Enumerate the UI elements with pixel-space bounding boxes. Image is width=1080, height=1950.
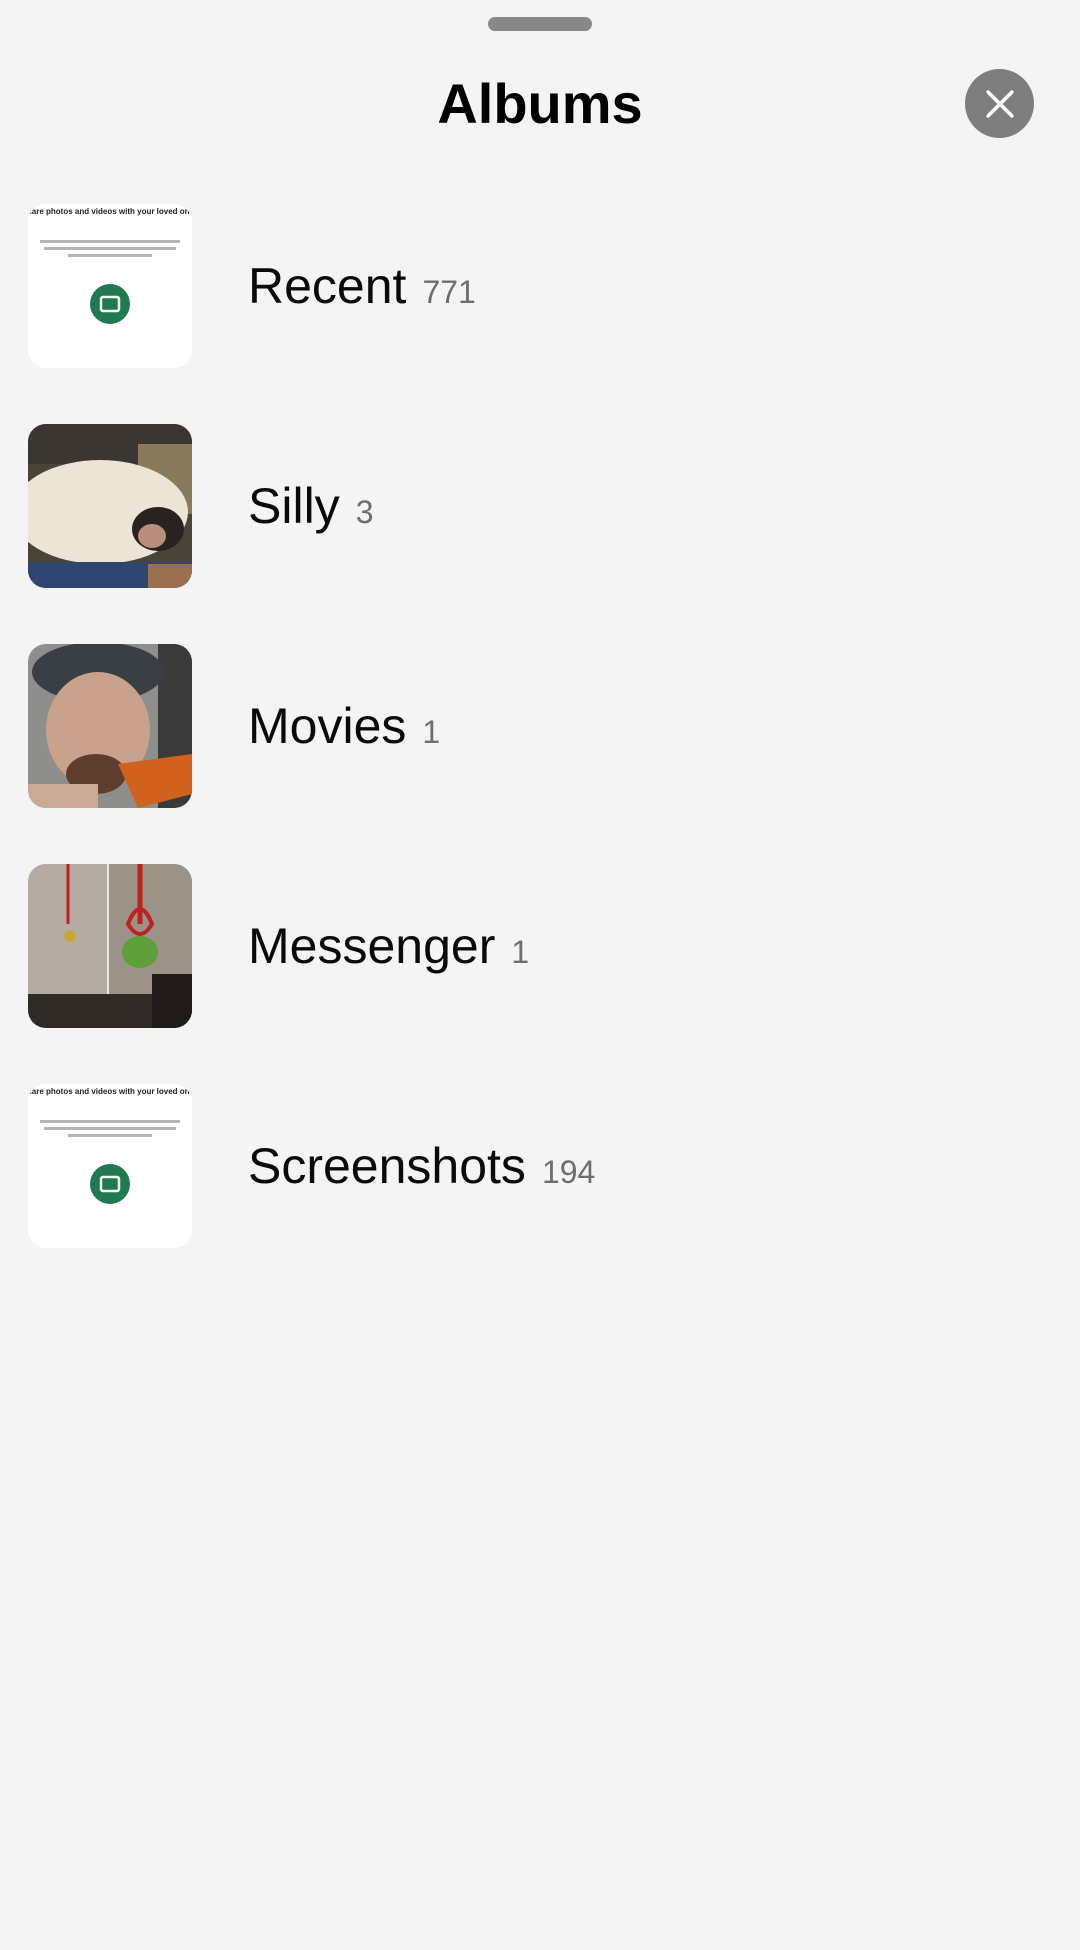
close-icon: [985, 89, 1014, 118]
drag-handle[interactable]: [488, 17, 592, 31]
page-title: Albums: [437, 72, 643, 135]
album-count: 1: [422, 714, 441, 750]
album-thumbnail: [28, 864, 192, 1028]
album-name: Movies: [248, 698, 407, 754]
album-row-recent[interactable]: Share photos and videos with your loved …: [0, 204, 1080, 424]
album-row-movies[interactable]: Movies 1: [0, 644, 1080, 864]
album-count: 771: [422, 274, 476, 310]
album-thumbnail: [28, 644, 192, 808]
album-list: Share photos and videos with your loved …: [0, 204, 1080, 1304]
album-name: Screenshots: [248, 1138, 526, 1194]
album-name: Silly: [248, 478, 340, 534]
album-count: 194: [541, 1154, 596, 1190]
album-name: Messenger: [248, 918, 496, 974]
album-row-screenshots[interactable]: Share photos and videos with your loved …: [0, 1084, 1080, 1304]
album-name: Recent: [248, 258, 407, 314]
album-thumbnail: [28, 424, 192, 588]
promo-heading: Share photos and videos with your loved …: [28, 207, 192, 216]
album-thumbnail: Share photos and videos with your loved …: [28, 1084, 192, 1248]
albums-sheet: Albums Share photos and videos with your…: [0, 0, 1080, 1950]
album-row-messenger[interactable]: Messenger 1: [0, 864, 1080, 1084]
album-count: 1: [511, 934, 530, 970]
album-count: 3: [355, 494, 374, 530]
promo-heading: Share photos and videos with your loved …: [28, 1087, 192, 1096]
promo-icon: [90, 284, 130, 324]
album-row-silly[interactable]: Silly 3: [0, 424, 1080, 644]
close-button[interactable]: [965, 69, 1034, 138]
promo-icon: [90, 1164, 130, 1204]
album-thumbnail: Share photos and videos with your loved …: [28, 204, 192, 368]
